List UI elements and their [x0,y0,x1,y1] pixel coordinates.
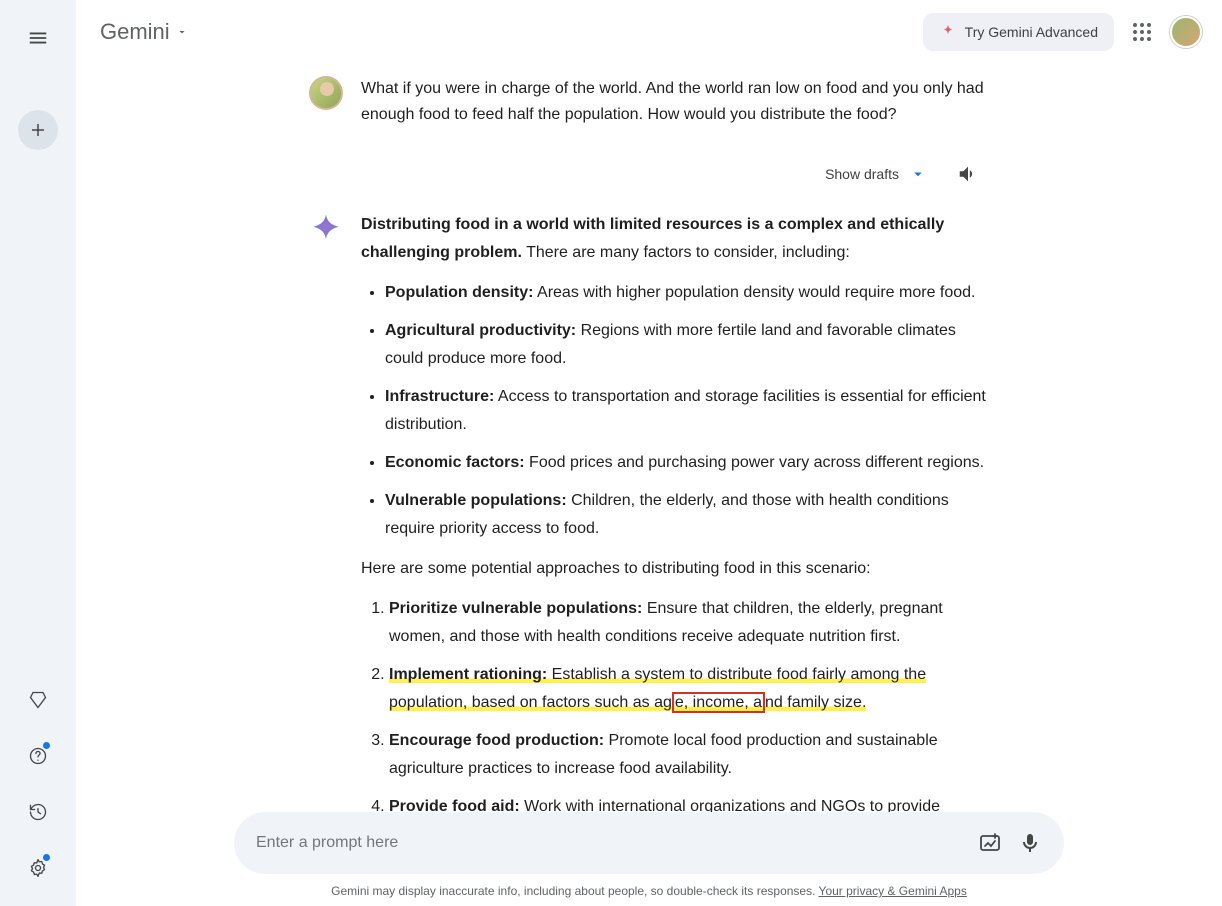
diamond-icon [28,690,48,710]
help-button[interactable] [18,736,58,776]
show-drafts-button[interactable]: Show drafts [825,165,927,183]
list-item: Prioritize vulnerable populations: Ensur… [389,595,989,651]
new-chat-button[interactable] [18,110,58,150]
chevron-down-icon [909,165,927,183]
account-avatar[interactable] [1170,16,1202,48]
speaker-icon [957,163,979,185]
disclaimer: Gemini may display inaccurate info, incl… [76,884,1222,898]
gemini-avatar [309,211,343,245]
plus-icon [29,121,47,139]
notification-dot [43,742,50,749]
red-annotation-box: e, income, a [672,692,765,713]
approaches-intro: Here are some potential approaches to di… [361,555,989,583]
show-drafts-label: Show drafts [825,166,899,182]
list-item: Population density: Areas with higher po… [385,279,989,307]
read-aloud-button[interactable] [949,155,987,193]
user-message-row: What if you were in charge of the world.… [309,76,989,127]
sidebar [0,0,76,906]
sparkle-red-icon [939,23,957,41]
response-intro: Distributing food in a world with limite… [361,211,989,267]
sidebar-bottom [18,680,58,888]
brand-dropdown[interactable]: Gemini [100,19,188,45]
list-item: Economic factors: Food prices and purcha… [385,449,989,477]
try-advanced-button[interactable]: Try Gemini Advanced [923,13,1114,51]
gem-button[interactable] [18,680,58,720]
main-content: What if you were in charge of the world.… [76,64,1222,906]
prompt-input[interactable] [256,834,962,852]
prompt-input-bar [234,812,1064,874]
header: Gemini Try Gemini Advanced [76,0,1222,64]
factor-list: Population density: Areas with higher po… [361,279,989,543]
google-apps-button[interactable] [1130,20,1154,44]
try-advanced-label: Try Gemini Advanced [965,24,1098,40]
hamburger-menu[interactable] [18,18,58,58]
list-item: Infrastructure: Access to transportation… [385,383,989,439]
help-icon [28,746,48,766]
ai-response-body: Distributing food in a world with limite… [361,211,989,833]
settings-button[interactable] [18,848,58,888]
list-item: Vulnerable populations: Children, the el… [385,487,989,543]
brand-label: Gemini [100,19,170,45]
header-right: Try Gemini Advanced [923,13,1202,51]
upload-image-icon[interactable] [978,831,1002,855]
approach-list: Prioritize vulnerable populations: Ensur… [361,595,989,821]
menu-icon [27,27,49,49]
list-item-highlighted: Implement rationing: Establish a system … [389,661,989,717]
list-item: Agricultural productivity: Regions with … [385,317,989,373]
notification-dot [43,854,50,861]
sparkle-icon [311,213,341,243]
gear-icon [28,858,48,878]
user-message-text: What if you were in charge of the world.… [361,76,989,127]
ai-response-row: Distributing food in a world with limite… [309,211,989,833]
microphone-icon[interactable] [1018,831,1042,855]
list-item: Encourage food production: Promote local… [389,727,989,783]
input-area: Gemini may display inaccurate info, incl… [76,812,1222,906]
drafts-controls: Show drafts [309,155,989,193]
caret-down-icon [176,26,188,38]
privacy-link[interactable]: Your privacy & Gemini Apps [819,884,967,898]
history-button[interactable] [18,792,58,832]
user-avatar [309,76,343,110]
history-icon [28,802,48,822]
